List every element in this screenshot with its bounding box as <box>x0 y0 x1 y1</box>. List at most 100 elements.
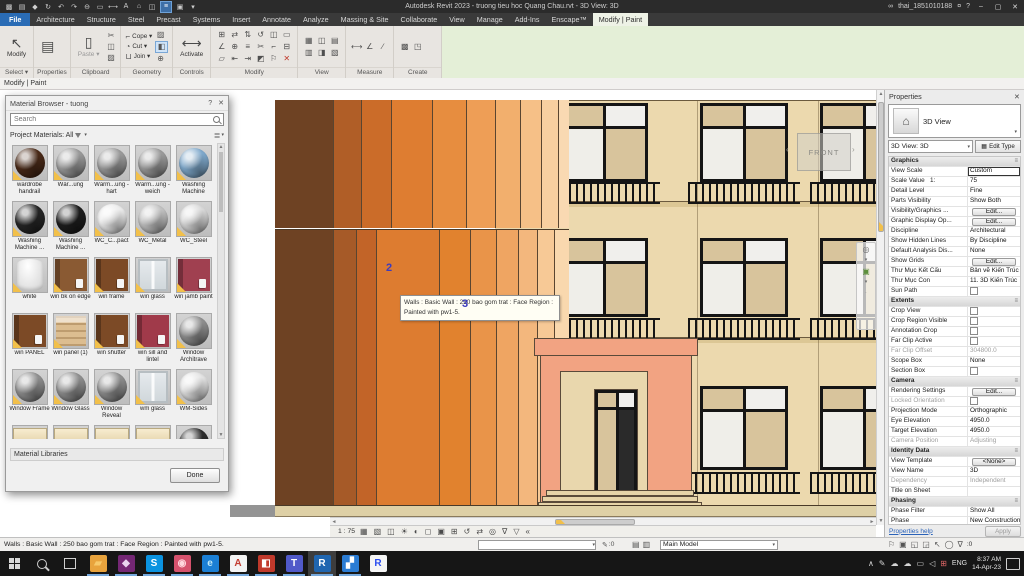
selection-toggle-icon[interactable]: ◯ <box>945 540 954 549</box>
activate-controls-button[interactable]: ⟷Activate <box>177 35 206 59</box>
horizontal-scrollbar[interactable]: ◄ ► <box>330 517 876 525</box>
view-tool-icon[interactable]: ◫ <box>315 35 328 47</box>
material-item[interactable]: win PANEL <box>9 311 50 367</box>
view-control-icon[interactable]: ◎ <box>489 527 496 537</box>
selection-toggle-icon[interactable]: ↖ <box>934 540 941 549</box>
ribbon-tab[interactable]: Collaborate <box>395 13 444 26</box>
navigation-bar[interactable]: ◎ ▾ ▣ ▾ ∙ <box>856 242 876 330</box>
qat-icon[interactable]: ⟷ <box>108 2 118 12</box>
ribbon-tab[interactable]: Massing & Site <box>335 13 395 26</box>
copy-to-clipboard-icon[interactable]: ◫ <box>105 42 116 52</box>
qat-icon[interactable]: ▤ <box>17 2 27 12</box>
qat-icon[interactable]: ▣ <box>175 2 185 12</box>
notification-center-icon[interactable] <box>1006 558 1020 570</box>
material-item[interactable]: win jamb paint <box>173 255 214 311</box>
taskbar-app-icon[interactable]: ▰ <box>84 551 112 576</box>
dialog-close-icon[interactable]: ✕ <box>218 99 224 107</box>
property-row[interactable]: Camera Position Adjusting <box>889 437 1020 447</box>
qat-icon[interactable]: A <box>121 2 131 12</box>
property-row[interactable]: Identity Data <box>889 447 1020 457</box>
list-view-icon[interactable]: ≣ <box>214 131 221 140</box>
window-unit[interactable] <box>820 386 884 470</box>
measure-tool-icon[interactable]: ∕ <box>376 41 389 53</box>
ribbon-tab[interactable]: Steel <box>122 13 150 26</box>
property-row[interactable]: View Name 3D <box>889 467 1020 477</box>
taskbar-app-icon[interactable]: R <box>364 551 392 576</box>
view-control-icon[interactable]: ↺ <box>464 527 471 537</box>
restore-button[interactable]: ▢ <box>992 1 1004 12</box>
property-value[interactable]: Show All <box>968 507 1020 516</box>
modify-tool-icon[interactable]: ⇄ <box>228 29 241 41</box>
material-item[interactable]: WM-Sides <box>173 367 214 423</box>
material-item[interactable]: wardrobe handrail <box>9 143 50 199</box>
tray-icon[interactable]: ∧ <box>868 559 874 568</box>
paint-tool-icon[interactable]: ◧ <box>155 41 168 53</box>
property-value[interactable]: Adjusting <box>968 437 1020 446</box>
material-browser-dialog[interactable]: Material Browser - tuong ? ✕ Project Mat… <box>5 95 229 492</box>
property-value[interactable]: Show Both <box>968 197 1020 206</box>
navbar-caret-icon[interactable]: ▾ <box>865 256 868 265</box>
modify-button[interactable]: ↖Modify <box>4 35 29 59</box>
window-unit[interactable] <box>700 238 788 317</box>
properties-close-icon[interactable]: ✕ <box>1014 92 1020 101</box>
qat-icon[interactable]: ▩ <box>4 2 14 12</box>
property-row[interactable]: Dependency Independent <box>889 477 1020 487</box>
property-value[interactable]: Edit... <box>972 388 1016 396</box>
ribbon-tab[interactable]: Manage <box>471 13 509 26</box>
property-row[interactable]: Phasing <box>889 497 1020 507</box>
modify-tool-icon[interactable]: ⊕ <box>228 41 241 53</box>
properties-toggle-button[interactable]: ▤ <box>38 38 57 55</box>
property-value[interactable]: 75 <box>968 177 1020 186</box>
ribbon-tab[interactable]: Enscape™ <box>546 13 593 26</box>
property-value[interactable]: 4950.0 <box>968 427 1020 436</box>
painted-wall-panel[interactable] <box>497 230 518 506</box>
qat-icon[interactable]: ⊖ <box>82 2 92 12</box>
modify-tool-icon[interactable]: ∠ <box>215 41 228 53</box>
material-item[interactable]: win bk on edge <box>50 255 91 311</box>
property-value[interactable] <box>968 367 1020 376</box>
property-row[interactable]: Phase New Construction <box>889 517 1020 525</box>
view-control-icon[interactable]: ∇ <box>502 527 507 537</box>
demolish-icon[interactable]: ⊕ <box>155 54 166 64</box>
modify-tool-icon[interactable]: ↺ <box>254 29 267 41</box>
property-row[interactable]: Annotation Crop <box>889 327 1020 337</box>
start-button[interactable] <box>0 551 28 576</box>
property-row[interactable]: Crop Region Visible <box>889 317 1020 327</box>
qat-icon[interactable]: ▾ <box>188 2 198 12</box>
search-icon[interactable]: ∞ <box>888 3 893 10</box>
property-value[interactable]: <None> <box>972 458 1016 466</box>
property-row[interactable]: Rendering Settings Edit... <box>889 387 1020 397</box>
modify-tool-icon[interactable]: ⇥ <box>241 53 254 65</box>
painted-wall-panel[interactable] <box>471 230 496 506</box>
taskbar-app-icon[interactable]: ◧ <box>252 551 280 576</box>
property-value[interactable]: Edit... <box>972 208 1016 216</box>
property-row[interactable]: Thư Mục Con 11. 3D Kiến Trúc <box>889 277 1020 287</box>
material-item[interactable]: Wärm...ung - weich <box>132 143 173 199</box>
property-value[interactable]: Architectural <box>968 227 1020 236</box>
property-row[interactable]: Far Clip Active <box>889 337 1020 347</box>
workset-icon[interactable]: ▤ <box>632 540 640 549</box>
vertical-scrollbar[interactable]: ▲ ▼ <box>876 90 884 525</box>
selection-toggle-icon[interactable]: ◱ <box>911 540 919 549</box>
qat-icon[interactable]: ◆ <box>30 2 40 12</box>
property-row[interactable]: Default Analysis Dis... None <box>889 247 1020 257</box>
modify-tool-icon[interactable]: ▭ <box>280 29 293 41</box>
taskbar-app-icon[interactable]: e <box>196 551 224 576</box>
taskbar-app-icon[interactable]: ▞ <box>336 551 364 576</box>
ribbon-tab[interactable]: Modify | Paint <box>593 13 648 26</box>
taskbar-search-icon[interactable] <box>28 551 56 576</box>
material-libraries-bar[interactable]: Material Libraries <box>10 448 224 461</box>
property-value[interactable] <box>968 397 1020 406</box>
painted-wall-panel[interactable] <box>519 230 537 506</box>
dialog-title-bar[interactable]: Material Browser - tuong ? ✕ <box>6 96 228 111</box>
material-item[interactable] <box>132 423 173 439</box>
qat-icon[interactable]: ≡ <box>160 1 172 13</box>
property-row[interactable]: Discipline Architectural <box>889 227 1020 237</box>
view-control-icon[interactable]: ▧ <box>374 527 382 537</box>
scroll-down-icon[interactable]: ▼ <box>877 517 884 525</box>
modify-tool-icon[interactable]: ▱ <box>215 53 228 65</box>
material-item[interactable]: white <box>9 255 50 311</box>
scroll-right-icon[interactable]: ► <box>868 518 876 525</box>
window-unit[interactable] <box>560 238 648 317</box>
qat-icon[interactable]: ⌂ <box>134 2 144 12</box>
